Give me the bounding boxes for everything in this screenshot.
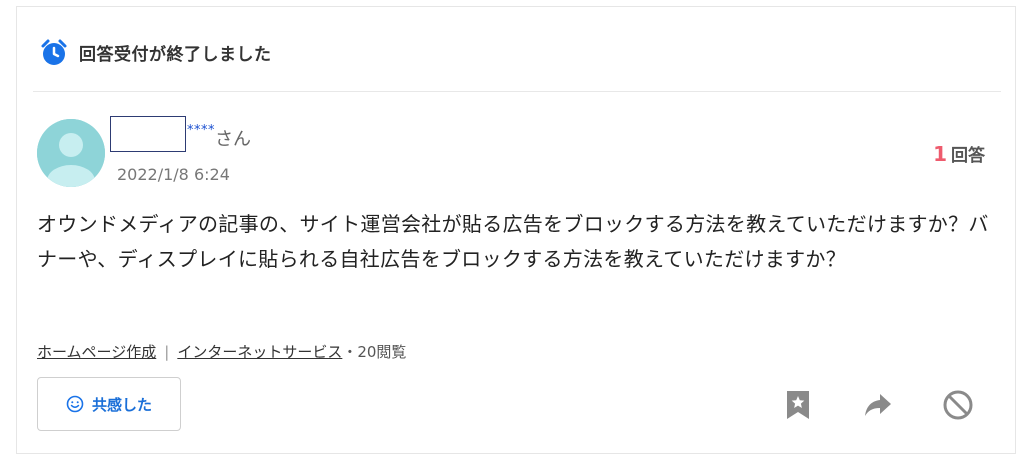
category-link-homepage[interactable]: ホームページ作成 (37, 341, 156, 362)
bookmark-star-icon[interactable] (780, 387, 816, 423)
view-count: ・20閲覧 (342, 343, 407, 361)
author-honorific: さん (215, 129, 251, 150)
action-icons (17, 387, 1017, 423)
author-name-mask[interactable]: **** (187, 123, 215, 138)
status-label: 回答受付が終了しました (79, 44, 272, 65)
status-header: 回答受付が終了しました (39, 37, 272, 67)
answer-count-label: 回答 (951, 146, 985, 166)
category-link-internet-service[interactable]: インターネットサービス (177, 341, 342, 362)
alarm-clock-icon (39, 37, 69, 67)
block-icon[interactable] (940, 387, 976, 423)
author-name-redacted[interactable] (110, 116, 186, 152)
question-card: 回答受付が終了しました **** さん 2022/1/8 6:24 1 回答 オ… (16, 6, 1016, 454)
question-body: オウンドメディアの記事の、サイト運営会社が貼る広告をブロックする方法を教えていた… (37, 212, 989, 271)
post-date: 2022/1/8 6:24 (117, 165, 230, 184)
category-separator: | (164, 342, 170, 361)
answer-count[interactable]: 1 回答 (933, 141, 985, 166)
share-arrow-icon[interactable] (860, 387, 896, 423)
divider (33, 91, 1001, 92)
avatar[interactable] (37, 119, 105, 187)
question-meta: ホームページ作成 | インターネットサービス ・20閲覧 (37, 341, 406, 362)
answer-count-number: 1 (933, 142, 947, 166)
